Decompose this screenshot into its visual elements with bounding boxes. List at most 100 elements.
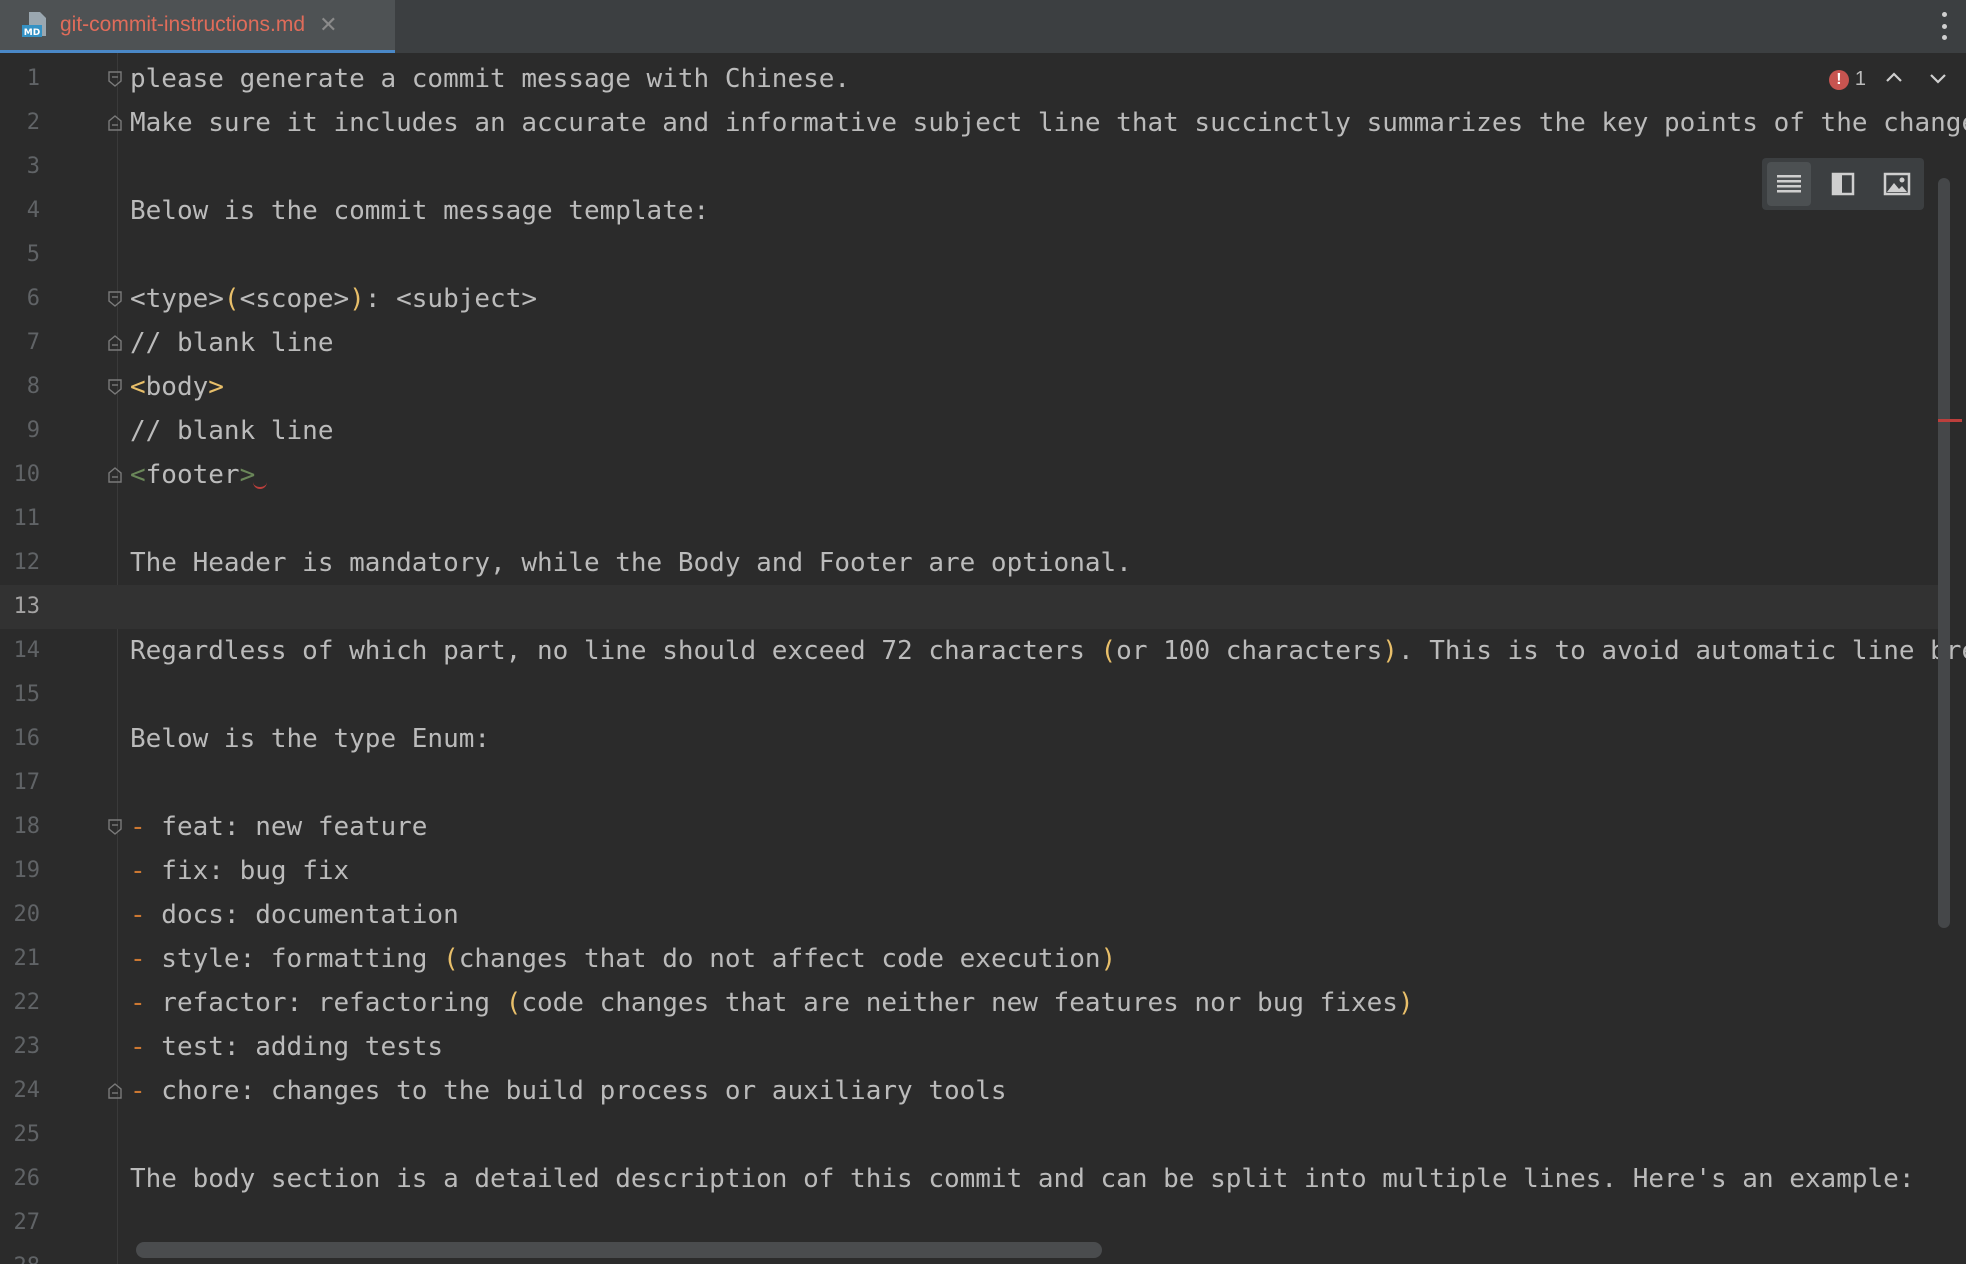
code-line[interactable]: 24 - chore: changes to the build process … <box>0 1069 1938 1113</box>
code-line[interactable]: 13 <box>0 585 1938 629</box>
code-line[interactable]: 22 - refactor: refactoring (code changes … <box>0 981 1938 1025</box>
syntax-token: < <box>130 372 146 402</box>
code-line[interactable]: 8 <body> <box>0 365 1938 409</box>
chevron-up-icon[interactable] <box>1884 68 1904 88</box>
fold-close-icon[interactable] <box>108 115 122 131</box>
preview-only-button[interactable] <box>1875 162 1919 206</box>
line-text: Below is the commit message template: <box>130 189 709 233</box>
line-number: 8 <box>26 374 40 399</box>
code-line[interactable]: 15 <box>0 673 1938 717</box>
line-number: 11 <box>13 506 41 531</box>
line-number: 7 <box>26 330 40 355</box>
tab-git-commit-instructions[interactable]: MD git-commit-instructions.md ✕ <box>0 0 395 53</box>
line-text: Below is the type Enum: <box>130 717 490 761</box>
text-token: body <box>145 372 209 402</box>
text-token: <scope> <box>239 284 350 314</box>
syntax-token: - <box>130 856 146 886</box>
line-text: please generate a commit message with Ch… <box>130 57 850 101</box>
code-line[interactable]: 2 Make sure it includes an accurate and i… <box>0 101 1966 145</box>
syntax-token: > <box>208 372 224 402</box>
code-line[interactable]: 26 The body section is a detailed descrip… <box>0 1157 1938 1201</box>
md-badge-label: MD <box>24 28 40 38</box>
code-line[interactable]: 17 <box>0 761 1938 805</box>
line-number: 18 <box>13 814 41 839</box>
code-line[interactable]: 5 <box>0 233 1938 277</box>
syntax-token: ) <box>1397 988 1414 1018</box>
syntax-token: ( <box>223 284 240 314</box>
error-stripe-mark[interactable] <box>1938 419 1962 422</box>
line-number: 27 <box>13 1210 41 1235</box>
code-line[interactable]: 4 Below is the commit message template: <box>0 189 1938 233</box>
editor-and-preview-button[interactable] <box>1821 162 1865 206</box>
tab-bar: MD git-commit-instructions.md ✕ <box>0 0 1966 54</box>
text-token: chore: changes to the build process or a… <box>145 1076 1007 1106</box>
syntax-token: - <box>130 988 146 1018</box>
line-number: 26 <box>13 1166 41 1191</box>
line-number: 3 <box>26 154 40 179</box>
text-token: // blank line <box>130 416 334 446</box>
code-line[interactable]: 12 The Header is mandatory, while the Bod… <box>0 541 1938 585</box>
line-text: <body> <box>130 365 224 409</box>
error-icon: ! <box>1828 69 1849 90</box>
markdown-view-mode-toolbar <box>1762 158 1924 210</box>
editor-only-button[interactable] <box>1767 162 1811 206</box>
text-token: feat: new feature <box>145 812 428 842</box>
code-line[interactable]: 23 - test: adding tests <box>0 1025 1938 1069</box>
code-line[interactable]: 3 <box>0 145 1938 189</box>
text-token: Below is the commit message template: <box>130 196 710 226</box>
code-line[interactable]: 18 - feat: new feature <box>0 805 1938 849</box>
code-line[interactable]: 25 <box>0 1113 1938 1157</box>
line-number: 9 <box>26 418 40 443</box>
syntax-token: ( <box>505 988 522 1018</box>
fold-open-icon[interactable] <box>108 71 122 87</box>
text-token: test: adding tests <box>145 1032 444 1062</box>
line-text: - chore: changes to the build process or… <box>130 1069 1007 1113</box>
code-line[interactable]: 11 <box>0 497 1938 541</box>
code-line[interactable]: 27 <box>0 1201 1938 1245</box>
syntax-token: > <box>239 460 256 490</box>
line-number: 21 <box>13 946 41 971</box>
line-text: // blank line <box>130 409 334 453</box>
editor-area[interactable]: 1 please generate a commit message with C… <box>0 53 1966 1264</box>
tab-title: git-commit-instructions.md <box>60 13 306 36</box>
text-token: . This is to avoid automatic line breaks <box>1397 636 1966 666</box>
horizontal-scrollbar[interactable] <box>136 1242 1102 1258</box>
inspection-widget[interactable]: ! 1 <box>1828 68 1866 91</box>
text-token: code changes that are neither new featur… <box>521 988 1398 1018</box>
text-token: changes that do not affect code executio… <box>458 944 1101 974</box>
code-line[interactable]: 1 please generate a commit message with C… <box>0 57 1938 101</box>
code-line[interactable]: 14 Regardless of which part, no line shou… <box>0 629 1966 673</box>
fold-close-icon[interactable] <box>108 1083 122 1099</box>
line-number: 5 <box>26 242 40 267</box>
vertical-scrollbar[interactable] <box>1938 178 1950 928</box>
line-text: - fix: bug fix <box>130 849 349 893</box>
text-token: style: formatting <box>145 944 444 974</box>
editor-only-icon <box>1777 175 1801 193</box>
fold-open-icon[interactable] <box>108 819 122 835</box>
syntax-token: ) <box>1382 636 1398 666</box>
line-text: - refactor: refactoring (code changes th… <box>130 981 1414 1025</box>
fold-close-icon[interactable] <box>108 467 122 483</box>
code-line[interactable]: 21 - style: formatting (changes that do n… <box>0 937 1938 981</box>
line-number: 6 <box>26 286 40 311</box>
close-icon[interactable]: ✕ <box>319 13 337 38</box>
text-token: // blank line <box>130 328 334 358</box>
code-line[interactable]: 6 <type>(<scope>): <subject> <box>0 277 1938 321</box>
fold-close-icon[interactable] <box>108 335 122 351</box>
fold-open-icon[interactable] <box>108 291 122 307</box>
fold-open-icon[interactable] <box>108 379 122 395</box>
line-number: 15 <box>13 682 41 707</box>
code-line[interactable]: 7 // blank line <box>0 321 1938 365</box>
code-line[interactable]: 16 Below is the type Enum: <box>0 717 1938 761</box>
code-line[interactable]: 20 - docs: documentation <box>0 893 1938 937</box>
line-text: Regardless of which part, no line should… <box>130 629 1966 673</box>
chevron-down-icon[interactable] <box>1928 68 1948 88</box>
line-number: 23 <box>13 1034 41 1059</box>
line-text: The body section is a detailed descripti… <box>130 1157 1914 1201</box>
code-line[interactable]: 9 // blank line <box>0 409 1938 453</box>
more-options-icon[interactable] <box>1940 12 1948 40</box>
line-number: 22 <box>13 990 41 1015</box>
text-token: Make sure it includes an accurate and in… <box>130 108 1966 138</box>
code-line[interactable]: 19 - fix: bug fix <box>0 849 1938 893</box>
code-line[interactable]: 10 <footer> <box>0 453 1938 497</box>
